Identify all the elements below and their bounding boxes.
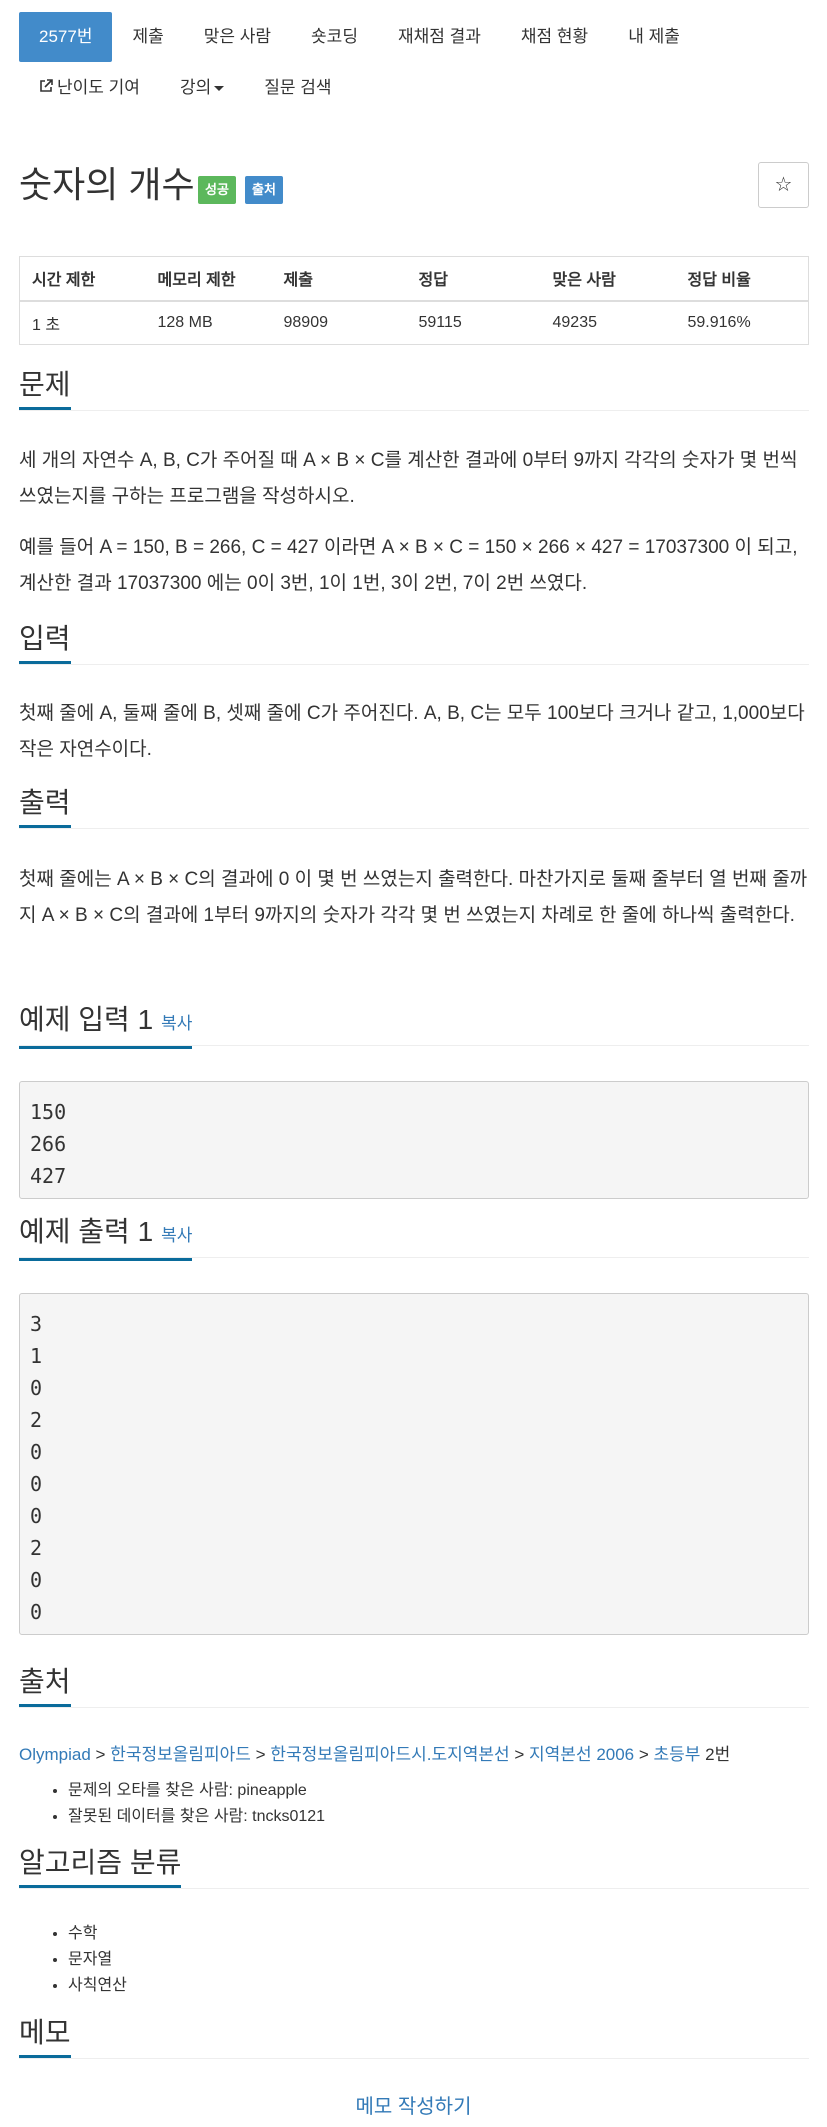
problem-info-table: 시간 제한 메모리 제한 제출 정답 맞은 사람 정답 비율 1 초 128 M… (19, 256, 809, 345)
problem-title: 숫자의 개수 (19, 164, 195, 205)
tab-short-coding[interactable]: 숏코딩 (291, 12, 378, 62)
success-badge: 성공 (198, 176, 236, 204)
problem-title-row: 숫자의 개수 성공 출처 ☆ (19, 160, 809, 210)
header-time-limit: 시간 제한 (19, 256, 146, 302)
output-heading: 출력 (19, 781, 71, 828)
external-link-icon (39, 63, 53, 113)
problem-description-1: 세 개의 자연수 A, B, C가 주어질 때 A × B × C를 계산한 결… (19, 450, 798, 507)
source-link-elementary[interactable]: 초등부 (654, 1745, 701, 1764)
tab-lecture[interactable]: 강의 (160, 63, 244, 113)
credit-data: 잘못된 데이터를 찾은 사람: tncks0121 (68, 1804, 325, 1830)
input-heading: 입력 (19, 617, 71, 664)
sample-output-block[interactable]: 3 1 0 2 0 0 0 2 0 0 (19, 1293, 809, 1635)
header-ratio: 정답 비율 (675, 256, 809, 302)
info-header-row: 시간 제한 메모리 제한 제출 정답 맞은 사람 정답 비율 (19, 256, 809, 302)
tab-rejudge[interactable]: 재채점 결과 (378, 12, 501, 62)
sample-input-heading: 예제 입력 1 복사 (19, 998, 193, 1049)
source-link-olympiad[interactable]: Olympiad (19, 1745, 91, 1764)
sample-input-block[interactable]: 150 266 427 (19, 1081, 809, 1199)
value-submissions: 98909 (271, 300, 407, 345)
credit-typo: 문제의 오타를 찾은 사람: pineapple (68, 1778, 325, 1804)
source-link-koi[interactable]: 한국정보올림피아드 (110, 1745, 251, 1764)
problem-nav: 2577번 제출 맞은 사람 숏코딩 재채점 결과 채점 현황 내 제출 난이도… (19, 12, 809, 113)
sample-output-title: 예제 출력 1 (19, 1216, 154, 1247)
breadcrumb-separator: > (634, 1745, 654, 1764)
copy-input-button[interactable]: 복사 (161, 1014, 192, 1033)
lecture-label: 강의 (179, 78, 212, 97)
nav-row-2: 난이도 기여 강의 질문 검색 (19, 63, 809, 113)
page: 2577번 제출 맞은 사람 숏코딩 재채점 결과 채점 현황 내 제출 난이도… (0, 0, 827, 2127)
caret-down-icon (214, 86, 225, 92)
copy-output-button[interactable]: 복사 (161, 1226, 192, 1245)
nav-row-1: 2577번 제출 맞은 사람 숏코딩 재채점 결과 채점 현황 내 제출 (19, 12, 809, 62)
output-description: 첫째 줄에는 A × B × C의 결과에 0 이 몇 번 쓰였는지 출력한다.… (19, 869, 808, 926)
output-section-head: 출력 (19, 781, 809, 829)
source-credits: 문제의 오타를 찾은 사람: pineapple 잘못된 데이터를 찾은 사람:… (50, 1778, 325, 1830)
memo-heading: 메모 (19, 2011, 71, 2058)
breadcrumb-separator: > (509, 1745, 530, 1764)
problem-heading: 문제 (19, 363, 71, 410)
info-value-row: 1 초 128 MB 98909 59115 49235 59.916% (19, 300, 809, 345)
breadcrumb-separator: > (90, 1745, 111, 1764)
algorithm-item[interactable]: 문자열 (68, 1947, 127, 1973)
sample-output-section-head: 예제 출력 1 복사 (19, 1210, 809, 1261)
write-memo-button[interactable]: 메모 작성하기 (0, 2090, 827, 2119)
tab-submit[interactable]: 제출 (112, 12, 183, 62)
memo-section-head: 메모 (19, 2011, 809, 2059)
source-breadcrumb: Olympiad > 한국정보올림피아드 > 한국정보올림피아드시.도지역본선 … (19, 1740, 730, 1765)
sample-input-section-head: 예제 입력 1 복사 (19, 998, 809, 1049)
problem-section-head: 문제 (19, 363, 809, 411)
sample-output-heading: 예제 출력 1 복사 (19, 1210, 193, 1261)
breadcrumb-separator: > (250, 1745, 271, 1764)
tab-contribute[interactable]: 난이도 기여 (19, 63, 160, 113)
value-memory-limit: 128 MB (145, 300, 272, 345)
input-section-head: 입력 (19, 617, 809, 665)
header-accepted: 정답 (406, 256, 541, 302)
source-link-regional[interactable]: 한국정보올림피아드시.도지역본선 (270, 1745, 509, 1764)
source-problem-number: 2번 (700, 1745, 731, 1764)
header-memory-limit: 메모리 제한 (145, 256, 272, 302)
star-button[interactable]: ☆ (758, 162, 809, 208)
tab-problem[interactable]: 2577번 (19, 12, 113, 62)
source-section-head: 출처 (19, 1660, 809, 1708)
header-submissions: 제출 (271, 256, 407, 302)
sample-input-title: 예제 입력 1 (19, 1004, 154, 1035)
source-link-2006[interactable]: 지역본선 2006 (529, 1745, 634, 1764)
value-time-limit: 1 초 (19, 300, 146, 345)
source-heading: 출처 (19, 1660, 71, 1707)
tab-my-submissions[interactable]: 내 제출 (608, 12, 700, 62)
algorithm-list: 수학 문자열 사칙연산 (50, 1921, 127, 1999)
tab-question-search[interactable]: 질문 검색 (244, 63, 351, 113)
algorithm-heading: 알고리즘 분류 (19, 1841, 182, 1888)
input-description: 첫째 줄에 A, 둘째 줄에 B, 셋째 줄에 C가 주어진다. A, B, C… (19, 703, 805, 760)
contribute-label: 난이도 기여 (57, 78, 140, 97)
header-correct-users: 맞은 사람 (540, 256, 676, 302)
value-ratio: 59.916% (675, 300, 809, 345)
tab-status[interactable]: 채점 현황 (501, 12, 608, 62)
algorithm-section-head: 알고리즘 분류 (19, 1841, 809, 1889)
algorithm-item[interactable]: 사칙연산 (68, 1973, 127, 1999)
algorithm-item[interactable]: 수학 (68, 1921, 127, 1947)
value-correct-users: 49235 (540, 300, 676, 345)
source-badge[interactable]: 출처 (245, 176, 283, 204)
star-icon: ☆ (774, 174, 793, 196)
tab-correct-users[interactable]: 맞은 사람 (184, 12, 291, 62)
problem-description-2: 예를 들어 A = 150, B = 266, C = 427 이라면 A × … (19, 537, 798, 594)
value-accepted: 59115 (406, 300, 541, 345)
